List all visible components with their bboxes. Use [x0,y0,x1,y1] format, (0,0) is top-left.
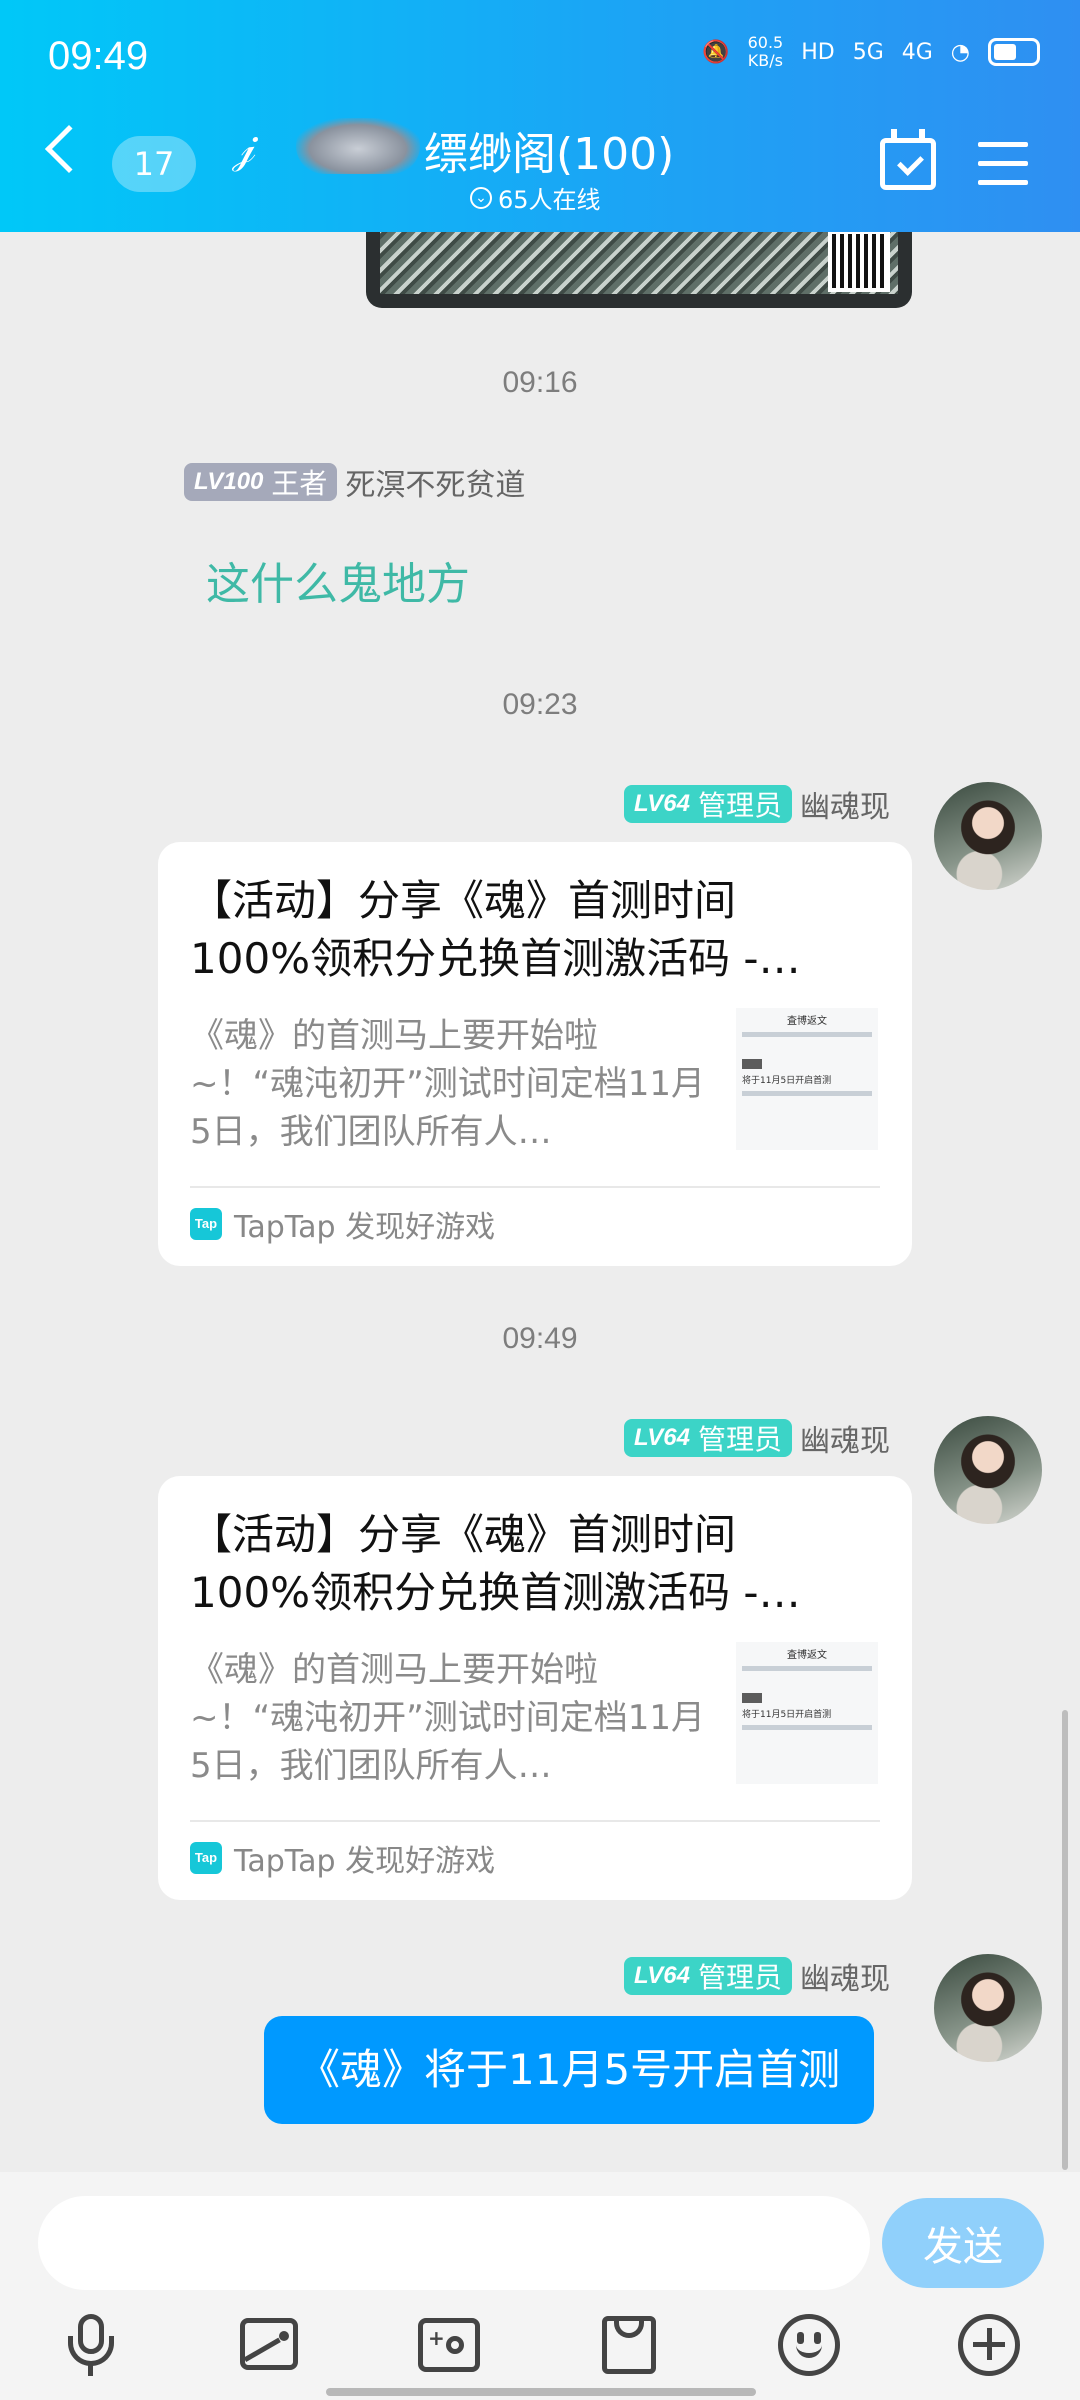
wifi-icon: ◔ [950,39,970,65]
send-button[interactable]: 发送 [882,2198,1044,2288]
battery-icon [988,38,1040,66]
card-description: 《魂》的首测马上要开始啦~！“魂沌初开”测试时间定档11月5日，我们团队所有人… [190,1650,705,1786]
message-text[interactable]: 这什么鬼地方 [206,548,470,612]
sender-info: LV64 管理员 幽魂现 [623,1954,890,1998]
card-title: 【活动】分享《魂》首测时间 100%领积分兑换首测激活码 -… [190,1510,801,1617]
timestamp: 09:23 [502,688,578,721]
avatar[interactable] [934,1954,1042,2062]
home-indicator[interactable] [326,2388,756,2396]
header: 09:49 🔕 60.5 KB/s HD 5G 4G ◔ 17 𝒿 缥缈阁(10… [0,0,1080,232]
avatar[interactable] [934,1416,1042,1524]
menu-icon[interactable] [978,142,1028,186]
taptap-icon: Tap [190,1208,222,1240]
chevron-down-icon: ⌄ [470,186,492,209]
card-source: Tap TapTap 发现好游戏 [190,1836,495,1880]
group-avatar[interactable] [296,118,420,174]
card-thumbnail: 査博返文 将于11月5日开启首测 [736,1642,878,1784]
divider [190,1820,880,1822]
status-time: 09:49 [48,34,149,78]
sender-nickname[interactable]: 死溟不死贫道 [345,460,525,504]
calendar-check-icon[interactable] [880,129,936,190]
mute-icon: 🔕 [702,39,730,65]
taptap-icon: Tap [190,1842,222,1874]
card-thumbnail: 査博返文 将于11月5日开启首测 [736,1008,878,1150]
level-badge: LV64 管理员 [623,1419,792,1457]
qr-code-image [828,230,890,292]
sender-nickname[interactable]: 幽魂现 [800,782,890,826]
file-icon[interactable] [596,2312,662,2378]
image-icon[interactable] [236,2312,302,2378]
hd-icon: HD [801,39,835,65]
timestamp: 09:16 [502,366,578,399]
signal-5g-icon: 5G [852,39,884,65]
sender-info: LV64 管理员 幽魂现 [623,1416,890,1460]
sender-info: LV64 管理员 幽魂现 [623,782,890,826]
signal-4g-icon: 4G [901,39,933,65]
status-icons: 🔕 60.5 KB/s HD 5G 4G ◔ [702,34,1040,70]
message-input[interactable] [38,2196,870,2290]
divider [190,1186,880,1188]
toolbar: + [0,2292,1080,2400]
online-count[interactable]: ⌄ 65人在线 [470,180,601,215]
input-bar: 发送 [0,2172,1080,2292]
sender-nickname[interactable]: 幽魂现 [800,1954,890,1998]
ear-icon[interactable]: 𝒿 [232,122,256,173]
message-bubble[interactable]: 《魂》将于11月5号开启首测 [264,2016,875,2124]
emoji-icon[interactable] [776,2312,842,2378]
network-speed: 60.5 KB/s [747,33,784,70]
sender-info: LV100 王者 死溟不死贫道 [184,460,525,504]
plus-icon[interactable] [956,2312,1022,2378]
avatar[interactable] [934,782,1042,890]
microphone-icon[interactable] [58,2312,124,2378]
card-title: 【活动】分享《魂》首测时间 100%领积分兑换首测激活码 -… [190,876,801,983]
card-description: 《魂》的首测马上要开始啦~！“魂沌初开”测试时间定档11月5日，我们团队所有人… [190,1016,705,1152]
sender-nickname[interactable]: 幽魂现 [800,1416,890,1460]
scrollbar[interactable] [1062,1710,1068,2170]
level-badge: LV64 管理员 [623,785,792,823]
group-title[interactable]: 缥缈阁(100) [424,118,674,182]
level-badge: LV100 王者 [184,463,338,501]
share-card[interactable]: 【活动】分享《魂》首测时间 100%领积分兑换首测激活码 -… 《魂》的首测马上… [158,1476,912,1900]
camera-icon[interactable]: + [416,2312,482,2378]
unread-count-badge[interactable]: 17 [112,136,196,192]
back-icon[interactable] [44,124,94,174]
timestamp: 09:49 [502,1322,578,1355]
level-badge: LV64 管理员 [623,1957,792,1995]
card-source: Tap TapTap 发现好游戏 [190,1202,495,1246]
share-card[interactable]: 【活动】分享《魂》首测时间 100%领积分兑换首测激活码 -… 《魂》的首测马上… [158,842,912,1266]
